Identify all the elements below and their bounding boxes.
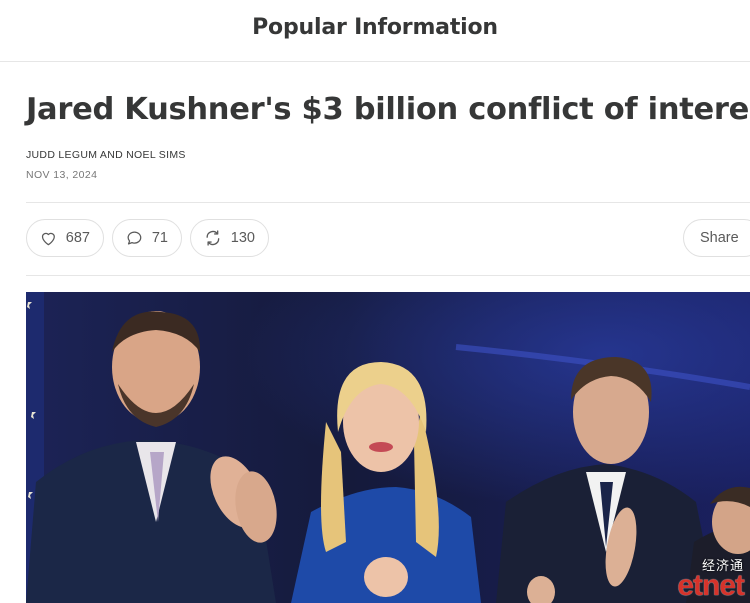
watermark-logo: etnet [677, 569, 745, 602]
photo-illustration [26, 292, 750, 603]
restack-count: 130 [230, 230, 255, 246]
restack-button[interactable]: 130 [190, 219, 269, 257]
article-title: Jared Kushner's $3 billion conflict of i… [26, 92, 750, 127]
divider-bottom [26, 275, 750, 276]
like-button[interactable]: 687 [26, 219, 104, 257]
divider-top [26, 202, 750, 203]
article-photo[interactable]: 经济通 etnet [26, 292, 750, 603]
comment-icon [127, 231, 142, 245]
publication-name[interactable]: Popular Information [252, 15, 498, 40]
publication-header: Popular Information [0, 0, 750, 62]
restack-icon [206, 230, 220, 246]
heart-icon [41, 232, 55, 246]
comment-button[interactable]: 71 [112, 219, 182, 257]
article-authors[interactable]: JUDD LEGUM AND NOEL SIMS [26, 149, 186, 161]
article-date: NOV 13, 2024 [26, 169, 98, 181]
etnet-watermark: 经济通 etnet [677, 560, 745, 602]
share-button[interactable]: Share [683, 219, 750, 257]
like-count: 687 [65, 230, 90, 246]
comment-count: 71 [151, 230, 168, 246]
share-label: Share [700, 230, 739, 246]
